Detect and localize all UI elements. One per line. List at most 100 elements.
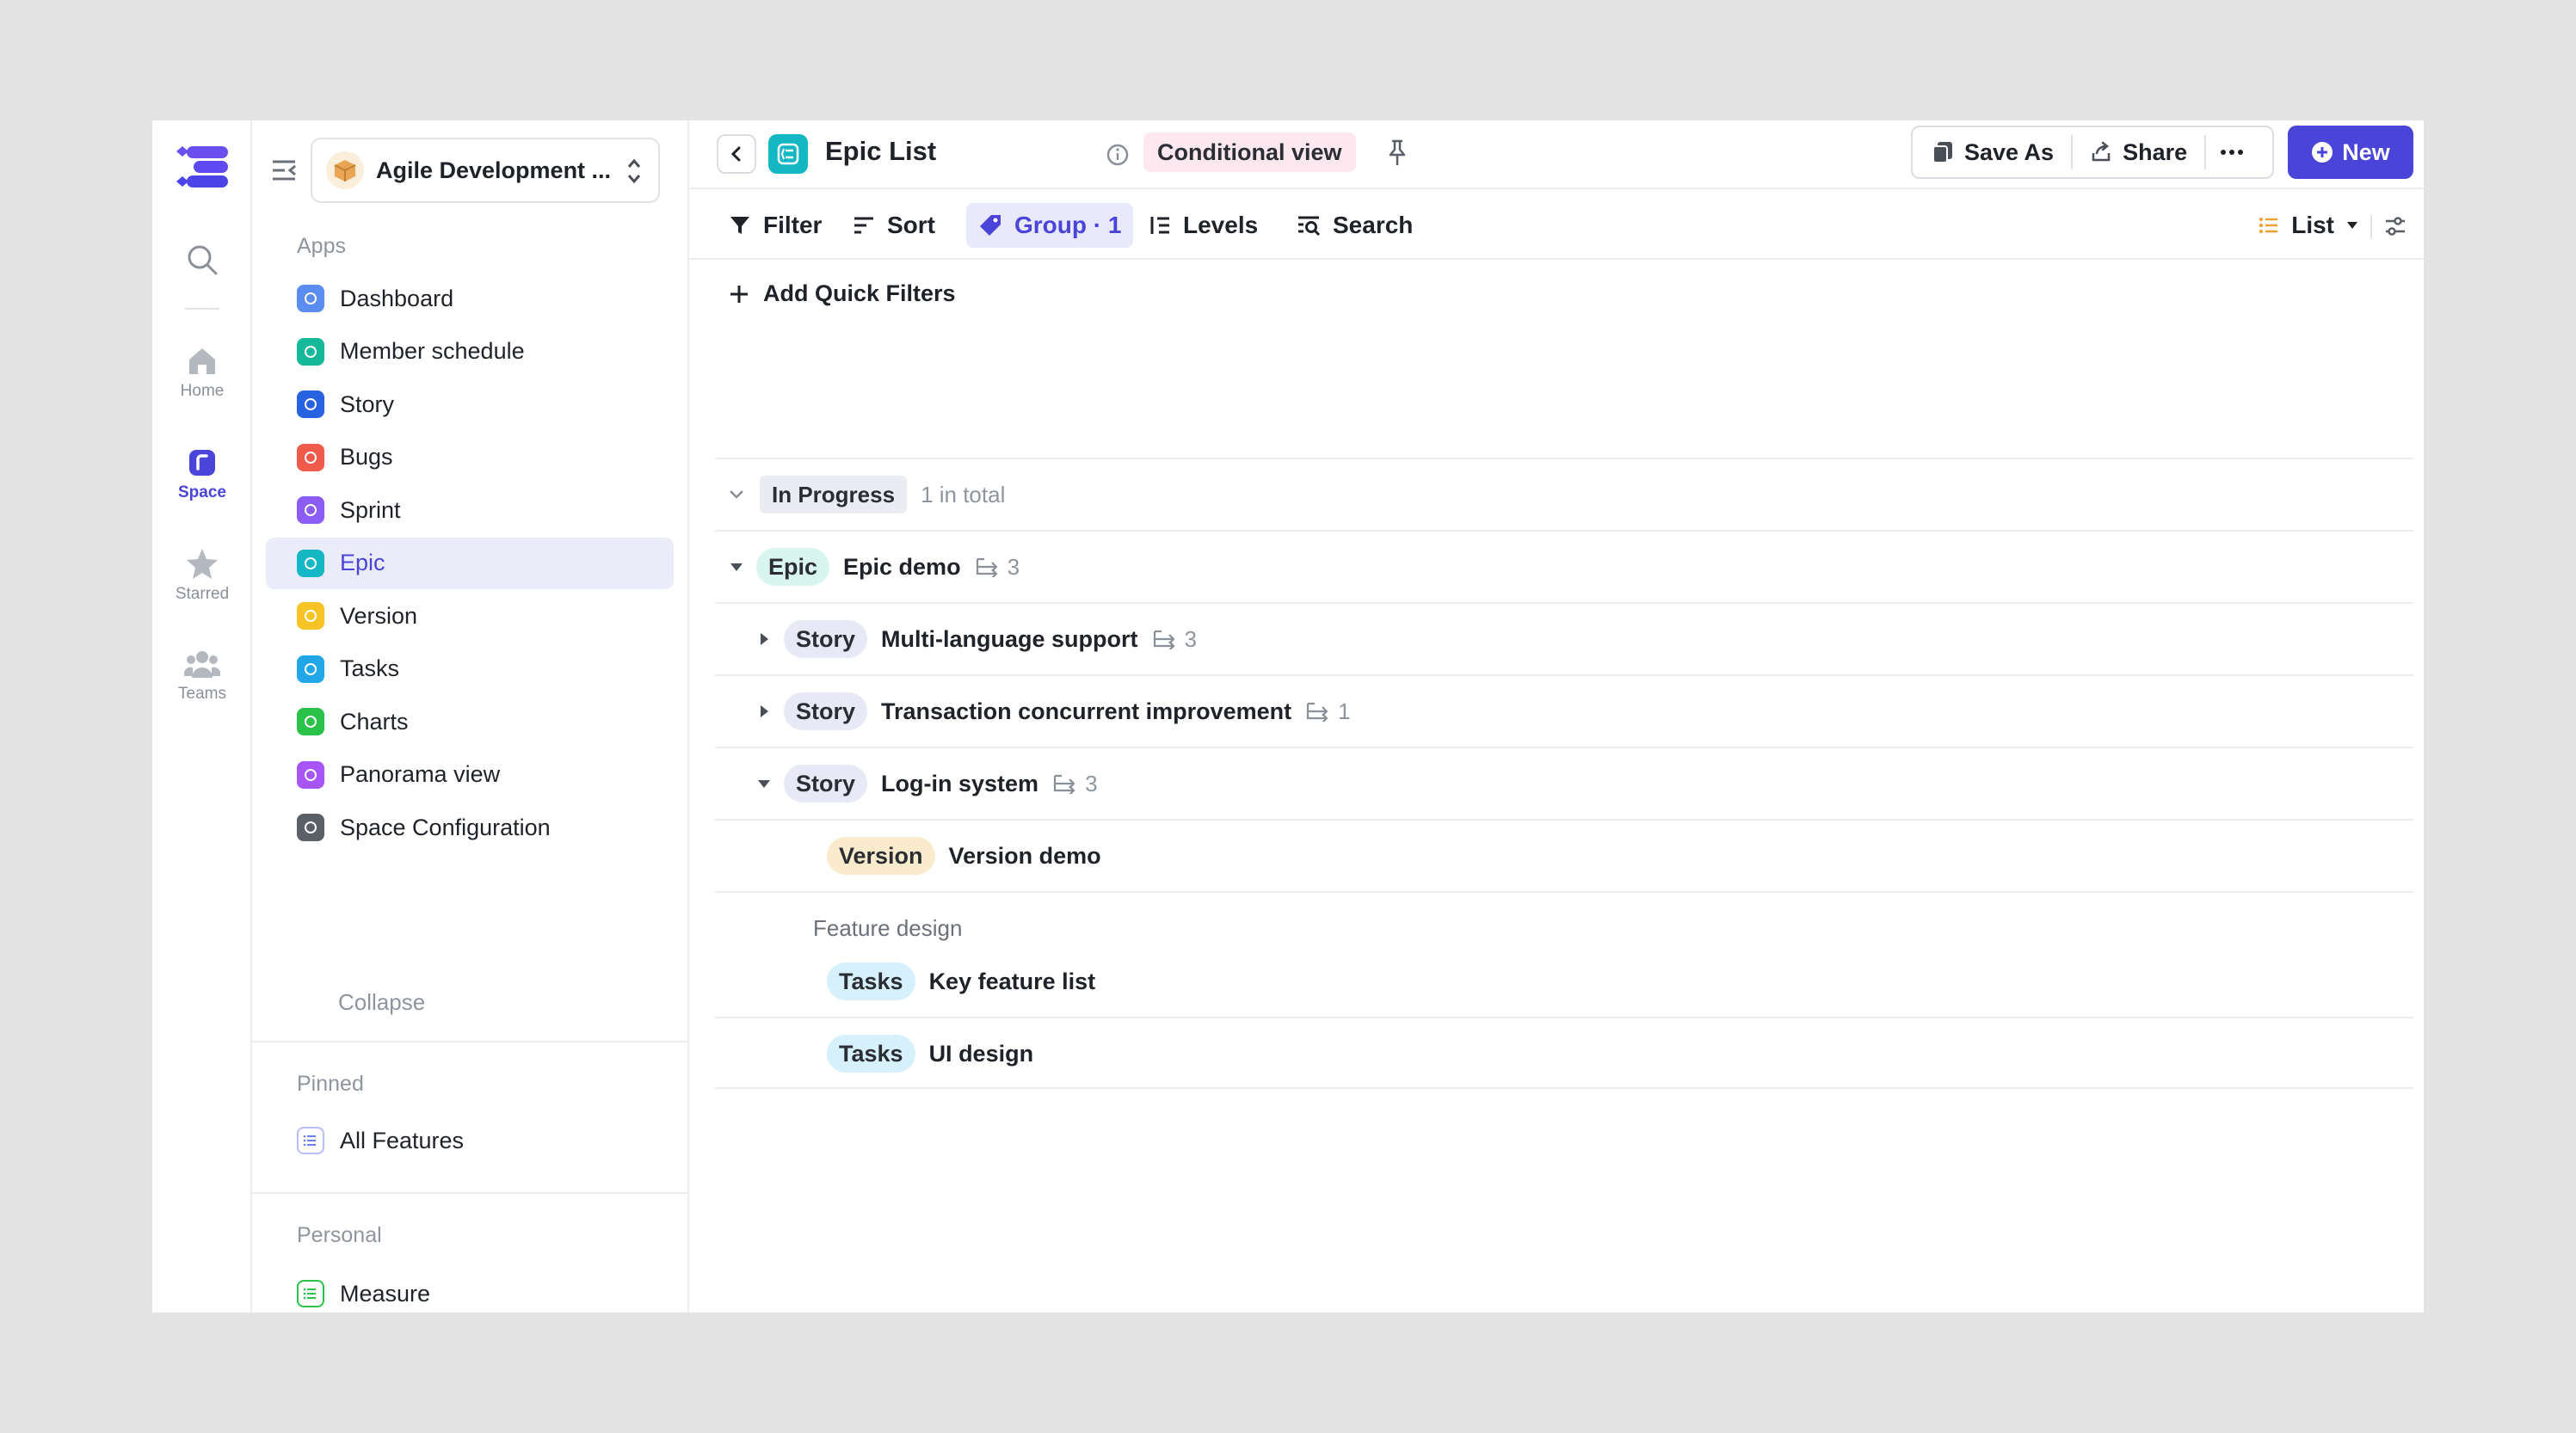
sidebar-item-label: Epic bbox=[340, 550, 385, 575]
apps-section-label: Apps bbox=[297, 234, 346, 258]
subitems-icon bbox=[1307, 702, 1328, 722]
record-title[interactable]: Version demo bbox=[949, 843, 1101, 870]
add-quick-filters-button[interactable]: Add Quick Filters bbox=[729, 280, 956, 307]
view-toolbar: Filter Sort Group · 1 Levels Search List bbox=[689, 191, 2424, 260]
filter-label: Filter bbox=[763, 212, 823, 238]
record-title[interactable]: UI design bbox=[929, 1041, 1034, 1067]
search-icon[interactable] bbox=[183, 241, 221, 279]
record-type-tag: Epic bbox=[756, 548, 830, 586]
sidebar-item-measure[interactable]: Measure bbox=[266, 1268, 674, 1313]
filter-button[interactable]: Filter bbox=[717, 203, 834, 248]
levels-label: Levels bbox=[1183, 212, 1259, 238]
caret-down-icon[interactable] bbox=[722, 562, 751, 572]
space-configuration-icon bbox=[297, 814, 324, 841]
task-row[interactable]: Feature design Tasks Key feature list bbox=[715, 891, 2413, 1017]
sidebar-item-panorama-view[interactable]: Panorama view bbox=[266, 749, 674, 801]
sidebar-divider bbox=[252, 1041, 687, 1042]
sidebar-item-member-schedule[interactable]: Member schedule bbox=[266, 326, 674, 378]
list-view-icon bbox=[2259, 218, 2278, 233]
charts-icon bbox=[297, 708, 324, 735]
star-icon bbox=[187, 549, 218, 579]
rail-item-starred[interactable]: Starred bbox=[152, 547, 252, 604]
chevron-down-icon[interactable] bbox=[722, 489, 751, 501]
group-button[interactable]: Group · 1 bbox=[966, 203, 1134, 248]
plus-circle-icon bbox=[2312, 142, 2333, 163]
epic-row[interactable]: Epic Epic demo 3 bbox=[715, 530, 2413, 602]
record-type-tag: Story bbox=[784, 765, 868, 803]
sidebar: Agile Development ... Apps Dashboard Memb… bbox=[252, 120, 689, 1313]
sidebar-item-version[interactable]: Version bbox=[266, 590, 674, 642]
rail-label-teams: Teams bbox=[178, 685, 226, 703]
sidebar-item-label: Dashboard bbox=[340, 285, 454, 311]
child-count: 3 bbox=[1052, 770, 1098, 797]
epic-app-icon bbox=[768, 134, 808, 174]
package-icon bbox=[326, 151, 364, 189]
child-count: 1 bbox=[1305, 698, 1351, 725]
sidebar-item-sprint[interactable]: Sprint bbox=[266, 484, 674, 536]
sidebar-item-space-configuration[interactable]: Space Configuration bbox=[266, 802, 674, 853]
back-button[interactable] bbox=[717, 134, 756, 174]
sidebar-item-tasks[interactable]: Tasks bbox=[266, 643, 674, 695]
sidebar-item-label: Sprint bbox=[340, 496, 401, 523]
record-title[interactable]: Multi-language support bbox=[881, 626, 1137, 653]
record-title[interactable]: Log-in system bbox=[881, 771, 1038, 797]
rail-label-starred: Starred bbox=[175, 585, 230, 603]
group-label: In Progress bbox=[760, 476, 908, 514]
epic-icon bbox=[297, 549, 324, 577]
sort-button[interactable]: Sort bbox=[841, 203, 947, 248]
record-type-tag: Tasks bbox=[827, 963, 915, 1000]
caret-right-icon[interactable] bbox=[749, 704, 779, 718]
sidebar-item-label: Space Configuration bbox=[340, 814, 551, 840]
task-row[interactable]: Tasks UI design bbox=[715, 1017, 2413, 1089]
record-title[interactable]: Epic demo bbox=[843, 554, 961, 581]
info-icon[interactable] bbox=[1106, 143, 1130, 167]
version-row[interactable]: Version Version demo bbox=[715, 819, 2413, 891]
collapse-sidebar-icon[interactable] bbox=[269, 155, 300, 186]
story-row[interactable]: Story Log-in system 3 bbox=[715, 747, 2413, 819]
sidebar-item-all-features[interactable]: All Features bbox=[266, 1115, 674, 1166]
rail-label-home: Home bbox=[180, 382, 225, 400]
search-button[interactable]: Search bbox=[1285, 203, 1425, 248]
levels-button[interactable]: Levels bbox=[1137, 203, 1270, 248]
sidebar-item-epic[interactable]: Epic bbox=[266, 537, 674, 589]
child-count-value: 3 bbox=[1085, 770, 1098, 796]
collapse-button[interactable]: Collapse bbox=[338, 989, 425, 1016]
record-title[interactable]: Key feature list bbox=[929, 969, 1096, 995]
sidebar-item-bugs[interactable]: Bugs bbox=[266, 432, 674, 483]
more-options-button[interactable] bbox=[2206, 127, 2268, 177]
updown-chevron-icon bbox=[627, 158, 641, 184]
caret-down-icon[interactable] bbox=[749, 778, 779, 789]
sidebar-item-story[interactable]: Story bbox=[266, 378, 674, 430]
caret-right-icon[interactable] bbox=[749, 632, 779, 646]
sidebar-item-charts[interactable]: Charts bbox=[266, 696, 674, 747]
child-count: 3 bbox=[975, 554, 1020, 581]
rail-item-home[interactable]: Home bbox=[152, 346, 252, 401]
workspace-selector[interactable]: Agile Development ... bbox=[311, 138, 660, 203]
group-header-row[interactable]: In Progress 1 in total bbox=[715, 458, 2413, 530]
new-record-button[interactable]: New bbox=[2288, 126, 2413, 179]
conditional-view-badge[interactable]: Conditional view bbox=[1143, 132, 1356, 172]
tag-icon bbox=[980, 215, 1001, 236]
pin-icon[interactable] bbox=[1384, 138, 1410, 167]
view-actions-group: Save As Share bbox=[1911, 126, 2274, 179]
sort-icon bbox=[854, 217, 873, 234]
share-button[interactable]: Share bbox=[2073, 127, 2204, 177]
left-rail: Home Space Starred Teams bbox=[152, 120, 252, 1313]
view-type-select[interactable]: List bbox=[2259, 203, 2358, 248]
rail-item-space[interactable]: Space bbox=[152, 447, 252, 502]
rail-item-teams[interactable]: Teams bbox=[152, 649, 252, 704]
save-as-label: Save As bbox=[1964, 138, 2055, 165]
sidebar-item-label: All Features bbox=[340, 1127, 465, 1153]
subitems-icon bbox=[976, 557, 998, 577]
space-icon bbox=[189, 450, 215, 476]
story-row[interactable]: Story Multi-language support 3 bbox=[715, 602, 2413, 674]
app-logo-icon[interactable] bbox=[171, 143, 231, 191]
record-type-tag: Tasks bbox=[827, 1035, 915, 1073]
story-row[interactable]: Story Transaction concurrent improvement… bbox=[715, 674, 2413, 747]
view-settings-icon[interactable] bbox=[2384, 215, 2407, 237]
personal-section-label: Personal bbox=[297, 1223, 382, 1247]
sidebar-item-dashboard[interactable]: Dashboard bbox=[266, 273, 674, 324]
record-title[interactable]: Transaction concurrent improvement bbox=[881, 698, 1291, 725]
save-as-button[interactable]: Save As bbox=[1913, 127, 2071, 177]
teams-icon bbox=[184, 651, 220, 678]
